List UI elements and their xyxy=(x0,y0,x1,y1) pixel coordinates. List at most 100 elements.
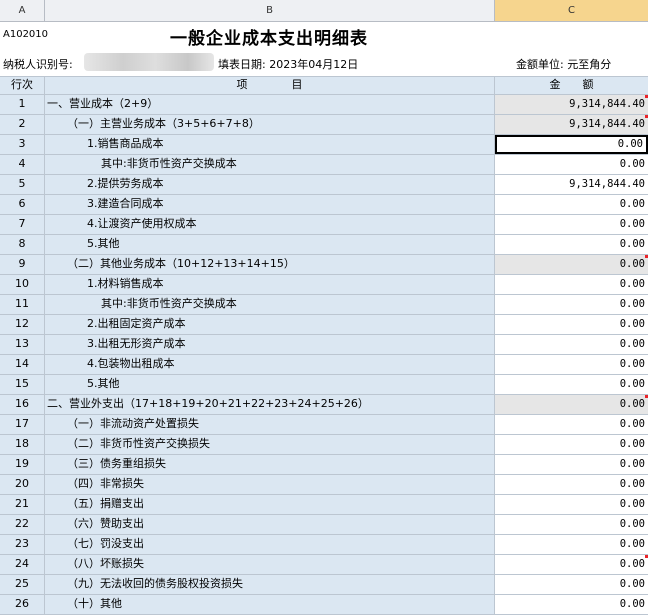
table-row: 21 （五）捐赠支出 0.00 xyxy=(0,495,648,515)
table-row: 20 （四）非常损失 0.00 xyxy=(0,475,648,495)
row-amount-value: 0.00 xyxy=(619,418,645,430)
table-row: 4 其中:非货币性资产交换成本 0.00 xyxy=(0,155,648,175)
row-item-label: （二）非货币性资产交换损失 xyxy=(45,435,495,454)
row-number: 26 xyxy=(0,595,45,614)
table-row: 26 （十）其他 0.00 xyxy=(0,595,648,615)
row-amount-value: 0.00 xyxy=(619,598,645,610)
row-amount-cell[interactable]: 0.00 xyxy=(495,195,648,214)
row-amount-computed: 9,314,844.40 xyxy=(495,95,648,114)
row-amount-cell[interactable]: 0.00 xyxy=(495,515,648,534)
row-item-label: 1.销售商品成本 xyxy=(45,135,495,154)
table-row: 2 （一）主营业务成本（3+5+6+7+8） 9,314,844.40 xyxy=(0,115,648,135)
table-row: 1 一、营业成本（2+9） 9,314,844.40 xyxy=(0,95,648,115)
row-item-label: （十）其他 xyxy=(45,595,495,614)
row-amount-value: 0.00 xyxy=(619,558,645,570)
row-amount-value: 9,314,844.40 xyxy=(569,98,645,110)
row-amount-cell[interactable]: 0.00 xyxy=(495,295,648,314)
row-amount-cell[interactable]: 0.00 xyxy=(495,475,648,494)
row-amount-cell[interactable]: 0.00 xyxy=(495,555,648,574)
table-row: 24 （八）坏账损失 0.00 xyxy=(0,555,648,575)
row-item-label: （三）债务重组损失 xyxy=(45,455,495,474)
row-amount-value: 0.00 xyxy=(619,378,645,390)
row-number: 1 xyxy=(0,95,45,114)
table-row: 22 （六）赞助支出 0.00 xyxy=(0,515,648,535)
table-row: 25 （九）无法收回的债务股权投资损失 0.00 xyxy=(0,575,648,595)
table-row: 7 4.让渡资产使用权成本 0.00 xyxy=(0,215,648,235)
row-amount-value: 0.00 xyxy=(619,278,645,290)
row-amount-value: 0.00 xyxy=(619,298,645,310)
row-item-label: （九）无法收回的债务股权投资损失 xyxy=(45,575,495,594)
row-amount-value: 0.00 xyxy=(619,318,645,330)
row-amount-cell[interactable]: 0.00 xyxy=(495,215,648,234)
row-item-label: 一、营业成本（2+9） xyxy=(45,95,495,114)
row-item-label: （六）赞助支出 xyxy=(45,515,495,534)
fill-date: 填表日期: 2023年04月12日 xyxy=(218,58,359,71)
header-row-number: 行次 xyxy=(0,77,45,94)
row-number: 7 xyxy=(0,215,45,234)
row-amount-value: 0.00 xyxy=(619,398,645,410)
row-item-label: （一）非流动资产处置损失 xyxy=(45,415,495,434)
row-amount-cell[interactable]: 0.00 xyxy=(495,315,648,334)
row-amount-cell[interactable]: 0.00 xyxy=(495,375,648,394)
row-number: 15 xyxy=(0,375,45,394)
table-row: 13 3.出租无形资产成本 0.00 xyxy=(0,335,648,355)
row-number: 25 xyxy=(0,575,45,594)
header-item: 项 目 xyxy=(45,77,495,94)
cost-expense-table: 行次 项 目 金 额 1 一、营业成本（2+9） 9,314,844.40 2 （一）主… xyxy=(0,76,648,615)
title-row: A102010 一般企业成本支出明细表 xyxy=(0,22,648,49)
row-amount-cell[interactable]: 0.00 xyxy=(495,455,648,474)
table-row: 15 5.其他 0.00 xyxy=(0,375,648,395)
row-amount-cell[interactable]: 0.00 xyxy=(495,275,648,294)
row-item-label: 2.出租固定资产成本 xyxy=(45,315,495,334)
row-amount-cell[interactable]: 0.00 xyxy=(495,335,648,354)
row-amount-computed: 0.00 xyxy=(495,395,648,414)
row-amount-cell[interactable]: 0.00 xyxy=(495,155,648,174)
row-amount-cell[interactable]: 0.00 xyxy=(495,435,648,454)
table-row: 16 二、营业外支出（17+18+19+20+21+22+23+24+25+26）… xyxy=(0,395,648,415)
row-item-label: （七）罚没支出 xyxy=(45,535,495,554)
row-number: 10 xyxy=(0,275,45,294)
row-number: 19 xyxy=(0,455,45,474)
column-header-a[interactable]: A xyxy=(0,0,45,21)
row-number: 5 xyxy=(0,175,45,194)
row-amount-value: 9,314,844.40 xyxy=(569,118,645,130)
row-amount-value: 0.00 xyxy=(617,138,643,150)
row-amount-cell[interactable]: 0.00 xyxy=(495,235,648,254)
row-amount-cell[interactable]: 9,314,844.40 xyxy=(495,175,648,194)
row-amount-value: 0.00 xyxy=(619,478,645,490)
table-row: 8 5.其他 0.00 xyxy=(0,235,648,255)
row-amount-value: 0.00 xyxy=(619,238,645,250)
row-number: 13 xyxy=(0,335,45,354)
row-amount-cell[interactable]: 0.00 xyxy=(495,595,648,614)
table-row: 5 2.提供劳务成本 9,314,844.40 xyxy=(0,175,648,195)
row-number: 6 xyxy=(0,195,45,214)
row-amount-cell[interactable]: 0.00 xyxy=(495,415,648,434)
row-number: 14 xyxy=(0,355,45,374)
row-amount-value: 0.00 xyxy=(619,438,645,450)
row-amount-cell[interactable]: 0.00 xyxy=(495,495,648,514)
row-item-label: 1.材料销售成本 xyxy=(45,275,495,294)
row-number: 16 xyxy=(0,395,45,414)
row-amount-cell[interactable]: 0.00 xyxy=(495,535,648,554)
table-row: 17 （一）非流动资产处置损失 0.00 xyxy=(0,415,648,435)
row-number: 8 xyxy=(0,235,45,254)
header-amount: 金 额 xyxy=(495,77,648,94)
table-header-row: 行次 项 目 金 额 xyxy=(0,76,648,95)
row-item-label: 其中:非货币性资产交换成本 xyxy=(45,155,495,174)
row-number: 17 xyxy=(0,415,45,434)
row-item-label: 5.其他 xyxy=(45,375,495,394)
row-amount-value: 0.00 xyxy=(619,498,645,510)
row-item-label: 其中:非货币性资产交换成本 xyxy=(45,295,495,314)
taxpayer-id-label: 纳税人识别号: xyxy=(3,58,73,71)
row-amount-cell[interactable]: 0.00 xyxy=(495,575,648,594)
row-amount-value: 0.00 xyxy=(619,198,645,210)
row-amount-value: 0.00 xyxy=(619,538,645,550)
info-row: 纳税人识别号: 填表日期: 2023年04月12日 金额单位: 元至角分 xyxy=(0,50,648,74)
column-header-c[interactable]: C xyxy=(495,0,648,21)
row-amount-value: 0.00 xyxy=(619,578,645,590)
row-amount-value: 0.00 xyxy=(619,358,645,370)
table-row: 23 （七）罚没支出 0.00 xyxy=(0,535,648,555)
column-header-b[interactable]: B xyxy=(45,0,495,21)
row-amount-cell[interactable]: 0.00 xyxy=(495,355,648,374)
row-amount-cell[interactable]: 0.00 xyxy=(495,135,648,154)
